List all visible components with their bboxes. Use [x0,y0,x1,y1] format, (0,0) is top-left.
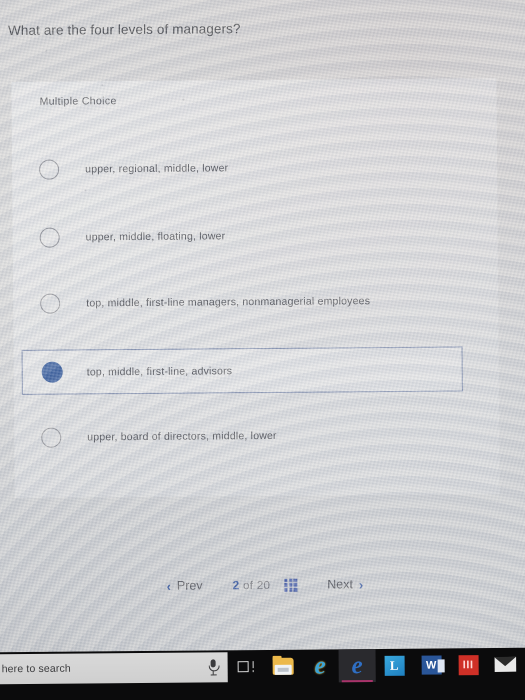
dust-speck [84,189,87,192]
lockdown-browser-glyph: L [384,655,405,676]
question-type-label: Multiple Choice [39,95,117,108]
windows-taskbar: here to search e e L W III [0,647,525,700]
file-explorer-icon[interactable] [265,650,302,683]
search-placeholder-text: here to search [1,662,71,676]
chevron-left-icon: ‹ [166,578,171,594]
prev-button-label: Prev [176,578,203,593]
option-row-5[interactable]: upper, board of directors, middle, lower [23,412,463,459]
red-app-glyph: III [458,654,479,675]
microsoft-edge-icon[interactable]: e [338,649,376,683]
radio-button-4[interactable] [41,361,63,383]
dust-speck [182,98,185,101]
internet-explorer-glyph: e [314,652,326,680]
current-page-number: 2 [232,578,240,593]
option-label-5: upper, board of directors, middle, lower [87,429,277,444]
dust-speck [45,49,48,52]
task-view-icon[interactable] [228,650,265,683]
internet-explorer-icon[interactable]: e [302,649,339,682]
microsoft-edge-glyph: e [351,652,363,680]
taskbar-tray: e e L W III [228,648,524,685]
photographed-screen: What are the four levels of managers? Mu… [0,0,525,700]
quiz-navigation: ‹ Prev 2 of 20 Next › [2,568,525,602]
option-label-4: top, middle, first-line, advisors [86,364,233,378]
option-row-3[interactable]: top, middle, first-line managers, nonman… [22,278,462,325]
mail-icon[interactable] [487,648,524,681]
lockdown-browser-icon[interactable]: L [376,649,413,682]
option-label-2: upper, middle, floating, lower [85,230,226,244]
option-row-1[interactable]: upper, regional, middle, lower [21,144,461,191]
dust-speck [101,84,104,87]
radio-button-1[interactable] [39,159,60,180]
screen-content: What are the four levels of managers? Mu… [0,0,525,700]
option-row-2[interactable]: upper, middle, floating, lower [21,212,461,259]
page-indicator: 2 of 20 [233,578,271,592]
radio-button-2[interactable] [39,227,60,248]
page-separator: of [243,580,254,593]
microsoft-word-icon[interactable]: W [413,648,450,681]
microphone-icon[interactable] [208,659,220,676]
chevron-right-icon: › [358,576,364,592]
total-page-count: 20 [256,579,271,593]
next-button[interactable]: Next › [327,577,363,592]
next-button-label: Next [327,577,353,592]
radio-button-3[interactable] [40,293,61,314]
radio-button-5[interactable] [41,427,62,448]
option-row-4-selected[interactable]: top, middle, first-line, advisors [21,346,463,395]
red-app-icon[interactable]: III [450,648,487,681]
question-stem: What are the four levels of managers? [7,21,241,38]
prev-button[interactable]: ‹ Prev [166,578,202,593]
question-grid-icon[interactable] [284,578,298,592]
windows-search-box[interactable]: here to search [0,652,228,685]
microsoft-word-glyph: W [421,655,442,675]
option-label-3: top, middle, first-line managers, nonman… [86,295,371,310]
option-label-1: upper, regional, middle, lower [85,162,229,176]
